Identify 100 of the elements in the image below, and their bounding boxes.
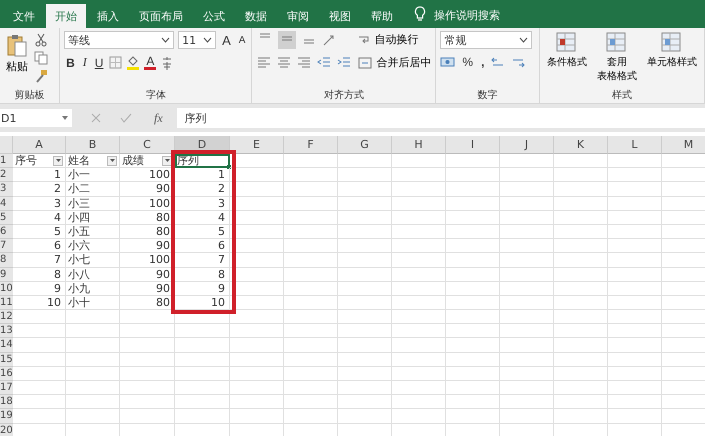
align-center-icon[interactable] [276, 55, 292, 69]
row-header[interactable]: 4 [0, 196, 13, 211]
row-header[interactable]: 10 [0, 282, 13, 296]
row-header[interactable]: 13 [0, 324, 13, 338]
row-header[interactable]: 14 [0, 338, 13, 353]
style-gallery-button[interactable]: 单元格样式 [644, 31, 700, 87]
ribbon-tab[interactable]: 文件 [4, 4, 44, 28]
row-header[interactable]: 18 [0, 395, 13, 410]
ribbon-tab[interactable]: 帮助 [362, 4, 402, 28]
paste-button[interactable]: 粘贴 [4, 31, 30, 87]
filter-dropdown-button[interactable] [107, 156, 117, 166]
column-header[interactable]: M [662, 136, 705, 154]
row-header[interactable]: 11 [0, 296, 13, 310]
table-cell [13, 366, 66, 381]
row-header[interactable]: 7 [0, 239, 13, 254]
cut-icon[interactable] [34, 33, 48, 47]
row-header[interactable]: 20 [0, 424, 13, 436]
table-cell [230, 224, 284, 240]
table-cell [13, 409, 66, 424]
row-header[interactable]: 3 [0, 182, 13, 197]
row-header[interactable]: 8 [0, 253, 13, 268]
tell-me-search[interactable]: 操作说明搜索 [434, 4, 500, 28]
row-header[interactable]: 12 [0, 310, 13, 324]
ribbon-tab[interactable]: 审阅 [278, 4, 318, 28]
row-header[interactable]: 2 [0, 168, 13, 182]
fill-color-icon[interactable] [126, 55, 140, 70]
row-header[interactable]: 6 [0, 224, 13, 240]
underline-button[interactable]: U [92, 56, 106, 70]
decrease-indent-icon[interactable] [316, 55, 332, 69]
filter-dropdown-button[interactable] [162, 156, 172, 166]
merge-center-button[interactable]: 合并后居中 [356, 54, 434, 71]
table-cell [608, 310, 662, 324]
table-cell: 2 [13, 182, 66, 197]
increase-indent-icon[interactable] [336, 55, 352, 69]
grow-font-button[interactable]: A [220, 32, 233, 48]
column-header[interactable]: B [66, 136, 120, 154]
number-format-dropdown[interactable]: 常规 [440, 31, 532, 49]
insert-function-button[interactable]: fx [148, 110, 169, 126]
shrink-font-button[interactable]: A [236, 34, 248, 46]
align-left-icon[interactable] [256, 55, 272, 69]
table-cell: 6 [175, 239, 230, 254]
ribbon-tab[interactable]: 数据 [236, 4, 276, 28]
table-cell [230, 239, 284, 254]
column-header[interactable]: J [500, 136, 554, 154]
table-cell [554, 395, 608, 410]
row-header[interactable]: 1 [0, 154, 13, 168]
table-cell [608, 268, 662, 282]
table-cell: 90 [120, 182, 175, 197]
row-header[interactable]: 19 [0, 409, 13, 424]
column-header[interactable]: G [338, 136, 392, 154]
borders-icon[interactable] [109, 56, 122, 69]
column-header[interactable]: C [120, 136, 175, 154]
table-cell [230, 196, 284, 211]
italic-button[interactable]: I [80, 55, 89, 70]
vertical-align-icon[interactable] [278, 31, 296, 49]
ribbon-tab[interactable]: 插入 [88, 4, 128, 28]
chevron-down-icon [203, 37, 212, 43]
table-cell [338, 282, 392, 296]
formula-input[interactable]: 序列 [176, 108, 705, 128]
column-header[interactable]: A [13, 136, 66, 154]
column-header[interactable]: H [392, 136, 446, 154]
copy-icon[interactable] [34, 51, 48, 65]
table-cell: 1 [13, 168, 66, 182]
format-painter-icon[interactable] [34, 69, 48, 83]
table-cell [13, 338, 66, 353]
percent-button[interactable]: % [460, 55, 476, 69]
column-header[interactable]: F [284, 136, 338, 154]
table-cell [338, 224, 392, 240]
table-cell [13, 324, 66, 338]
column-header[interactable]: E [230, 136, 284, 154]
column-header[interactable]: L [608, 136, 662, 154]
filter-dropdown-button[interactable] [53, 156, 63, 166]
ribbon-tab[interactable]: 视图 [320, 4, 360, 28]
ribbon-tab[interactable]: 页面布局 [130, 4, 192, 28]
comma-style-button[interactable]: , [479, 55, 486, 69]
column-header[interactable]: K [554, 136, 608, 154]
wrap-text-button[interactable]: 自动换行 [356, 31, 434, 48]
name-box[interactable]: D1 [0, 109, 72, 127]
style-gallery-button[interactable]: 条件格式 [544, 31, 590, 87]
font-name-dropdown[interactable]: 等线 [64, 31, 174, 49]
ribbon-tab[interactable]: 公式 [194, 4, 234, 28]
table-cell [500, 168, 554, 182]
row-header[interactable]: 9 [0, 268, 13, 282]
font-size-dropdown[interactable]: 11 [178, 31, 216, 49]
style-gallery-button[interactable]: 套用 表格格式 [594, 31, 640, 87]
bold-button[interactable]: B [64, 56, 77, 70]
table-cell [446, 395, 500, 410]
table-cell [284, 154, 338, 168]
column-header[interactable]: I [446, 136, 500, 154]
row-header[interactable]: 15 [0, 352, 13, 367]
merge-cells-icon [358, 56, 372, 68]
table-cell [284, 239, 338, 254]
row-header[interactable]: 17 [0, 381, 13, 396]
row-header[interactable]: 5 [0, 210, 13, 225]
currency-icon[interactable] [440, 56, 456, 68]
align-right-icon[interactable] [296, 55, 312, 69]
font-color-button[interactable]: A [144, 55, 156, 70]
ribbon-tab[interactable]: 开始 [46, 4, 86, 28]
table-cell [608, 366, 662, 381]
row-header[interactable]: 16 [0, 366, 13, 381]
